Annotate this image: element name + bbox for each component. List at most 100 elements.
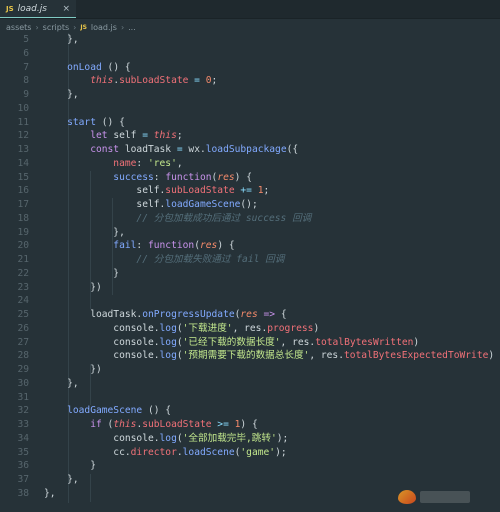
code-token: );	[275, 446, 287, 458]
code-token: ;	[211, 75, 218, 87]
code-token: , res.	[280, 336, 316, 348]
code-text: console.log('预期需要下载的数据总长度', res.totalByt…	[44, 349, 494, 363]
code-token: wx.	[182, 144, 206, 155]
code-line[interactable]: 19 },	[0, 226, 500, 240]
code-line[interactable]: 31	[0, 391, 500, 405]
line-number: 29	[17, 364, 29, 375]
code-text: onLoad () {	[44, 61, 131, 75]
code-token: },	[44, 89, 79, 100]
code-token: res	[240, 309, 258, 320]
code-token: },	[44, 226, 125, 238]
code-line[interactable]: 20 fail: function(res) {	[0, 239, 500, 253]
code-text: },	[44, 88, 79, 102]
line-number: 34	[17, 432, 29, 444]
code-token: this	[113, 419, 137, 430]
breadcrumb-file[interactable]: load.js	[91, 23, 117, 32]
code-token: },	[44, 34, 79, 45]
code-token: self.	[44, 185, 166, 197]
chevron-right-icon: ›	[35, 22, 39, 32]
code-line[interactable]: 18 // 分包加载成功后通过 success 回调	[0, 212, 500, 226]
code-line[interactable]: 32 loadGameScene () {	[0, 404, 500, 418]
code-token: totalBytesExpectedToWrite	[343, 350, 489, 362]
code-line[interactable]: 33 if (this.subLoadState >= 1) {	[0, 418, 500, 432]
code-text: if (this.subLoadState >= 1) {	[44, 418, 258, 432]
code-line[interactable]: 34 console.log('全部加载完毕,跳转');	[0, 432, 500, 446]
code-line[interactable]: 35 cc.director.loadScene('game');	[0, 446, 500, 460]
code-text: fail: function(res) {	[44, 239, 234, 253]
code-token: () {	[142, 405, 172, 417]
code-token: >=	[211, 419, 235, 430]
line-number: 33	[17, 419, 29, 430]
code-line[interactable]: 29 })	[0, 363, 500, 377]
code-token: 'res'	[147, 157, 177, 169]
code-line[interactable]: 27 console.log('已经下载的数据长度', res.totalByt…	[0, 336, 500, 350]
line-number: 20	[17, 240, 29, 252]
code-line[interactable]: 17 self.loadGameScene();	[0, 198, 500, 212]
code-line[interactable]: 21 // 分包加载失败通过 fail 回调	[0, 253, 500, 267]
code-token: fail	[44, 240, 137, 252]
code-token: ;	[263, 185, 270, 197]
code-line[interactable]: 10	[0, 102, 500, 116]
line-number: 11	[17, 116, 29, 128]
code-line[interactable]: 36 }	[0, 459, 500, 473]
breadcrumb-symbol[interactable]: ...	[128, 23, 136, 32]
code-line[interactable]: 13 const loadTask = wx.loadSubpackage({	[0, 143, 500, 157]
code-line[interactable]: 37 },	[0, 473, 500, 487]
code-line[interactable]: 7 onLoad () {	[0, 61, 500, 75]
code-token: // 分包加载成功后通过 success 回调	[44, 212, 312, 224]
code-line[interactable]: 9 },	[0, 88, 500, 102]
code-line[interactable]: 14 name: 'res',	[0, 157, 500, 171]
code-text: }	[44, 459, 96, 473]
code-token: cc.	[44, 446, 131, 458]
line-number: 12	[17, 130, 29, 142]
code-line[interactable]: 15 success: function(res) {	[0, 171, 500, 185]
close-icon[interactable]: ×	[62, 4, 70, 14]
code-line[interactable]: 11 start () {	[0, 116, 500, 130]
code-text: // 分包加载失败通过 fail 回调	[44, 253, 284, 267]
code-token: subLoadState	[165, 185, 235, 197]
code-line[interactable]: 28 console.log('预期需要下载的数据总长度', res.total…	[0, 349, 500, 363]
code-line[interactable]: 5 },	[0, 33, 500, 47]
tab-load-js[interactable]: JS load.js ×	[0, 0, 76, 18]
code-token: console.	[44, 350, 160, 362]
code-line[interactable]: 24	[0, 294, 500, 308]
line-number: 30	[17, 377, 29, 389]
code-line[interactable]: 16 self.subLoadState += 1;	[0, 184, 500, 198]
line-number: 7	[23, 61, 29, 73]
code-token: self.	[44, 199, 166, 210]
line-number: 38	[17, 487, 29, 499]
code-token: loadGameScene	[165, 199, 241, 210]
code-token: loadGameScene	[44, 405, 143, 417]
code-token: )	[313, 322, 320, 334]
watermark-icon	[398, 490, 416, 504]
code-line[interactable]: 8 this.subLoadState = 0;	[0, 74, 500, 88]
watermark-logo	[398, 486, 472, 508]
code-line[interactable]: 23 })	[0, 281, 500, 295]
code-token: console.	[44, 322, 160, 334]
code-text: })	[44, 363, 102, 377]
code-editor[interactable]: 5 }, 6 7 onLoad () {8 this.subLoadState = …	[0, 33, 500, 512]
code-token: onLoad	[44, 61, 102, 73]
code-token: =	[188, 75, 206, 87]
code-text: }	[44, 267, 119, 281]
code-token: self	[107, 130, 143, 142]
code-line[interactable]: 26 console.log('下载进度', res.progress)	[0, 322, 500, 336]
breadcrumb-assets[interactable]: assets	[6, 23, 31, 32]
line-number: 23	[17, 281, 29, 293]
breadcrumb-scripts[interactable]: scripts	[43, 23, 69, 32]
code-token: log	[159, 322, 177, 334]
line-number: 31	[17, 391, 29, 403]
code-token: );	[276, 432, 289, 444]
code-token: ();	[240, 199, 258, 210]
code-token: if	[44, 419, 102, 430]
code-token: () {	[95, 116, 125, 128]
code-line[interactable]: 25 loadTask.onProgressUpdate(res => {	[0, 308, 500, 322]
code-line[interactable]: 30 },	[0, 377, 500, 391]
code-token: '下载进度'	[182, 322, 233, 334]
code-line[interactable]: 22 }	[0, 267, 500, 281]
line-number: 6	[23, 47, 29, 59]
code-line[interactable]: 6	[0, 47, 500, 61]
code-line[interactable]: 12 let self = this;	[0, 129, 500, 143]
code-token: , res.	[232, 322, 268, 334]
line-number: 18	[17, 212, 29, 224]
